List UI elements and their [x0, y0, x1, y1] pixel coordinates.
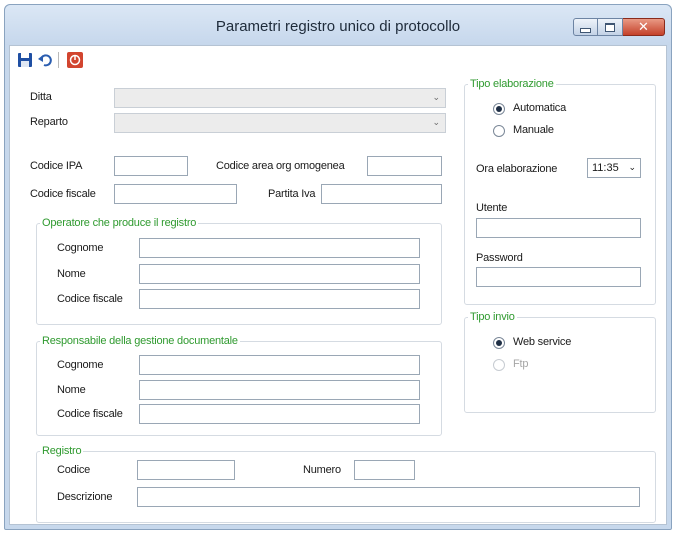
responsabile-nome-label: Nome [57, 384, 86, 396]
chevron-down-icon: ⌄ [432, 92, 440, 102]
maximize-icon [598, 19, 622, 35]
ditta-label: Ditta [30, 91, 52, 103]
operatore-cognome-input[interactable] [139, 238, 420, 258]
registro-codice-input[interactable] [137, 460, 235, 480]
ftp-radio[interactable] [493, 359, 505, 371]
codice-area-input[interactable] [367, 156, 442, 176]
automatica-label: Automatica [513, 102, 567, 114]
operatore-nome-input[interactable] [139, 264, 420, 284]
dialog-client-area: Ditta ⌄ Reparto ⌄ Codice IPA Codice area… [9, 45, 667, 525]
window-title: Parametri registro unico di protocollo [215, 18, 461, 35]
tipo-elaborazione-group-caption: Tipo elaborazione [468, 78, 556, 90]
registro-descrizione-input[interactable] [137, 487, 640, 507]
ora-elaborazione-label: Ora elaborazione [476, 163, 558, 175]
undo-arrow-icon [38, 54, 52, 67]
responsabile-cognome-label: Cognome [57, 359, 104, 371]
registro-numero-input[interactable] [354, 460, 415, 480]
operatore-nome-label: Nome [57, 268, 86, 280]
ora-elaborazione-value: 11:35 [592, 162, 619, 174]
registro-numero-label: Numero [303, 464, 341, 476]
responsabile-cognome-input[interactable] [139, 355, 420, 375]
automatica-radio[interactable] [493, 103, 505, 115]
reparto-label: Reparto [30, 116, 68, 128]
reparto-dropdown[interactable]: ⌄ [114, 113, 446, 133]
save-button[interactable] [17, 52, 33, 68]
ftp-label: Ftp [513, 358, 529, 370]
codice-fiscale-input[interactable] [114, 184, 237, 204]
partita-iva-input[interactable] [321, 184, 442, 204]
manuale-radio[interactable] [493, 125, 505, 137]
title-bar[interactable]: Parametri registro unico di protocollo ✕ [5, 5, 671, 45]
responsabile-codice-fiscale-label: Codice fiscale [57, 408, 123, 420]
web-service-radio[interactable] [493, 337, 505, 349]
password-input[interactable] [476, 267, 641, 287]
responsabile-nome-input[interactable] [139, 380, 420, 400]
password-label: Password [476, 252, 523, 264]
operatore-cognome-label: Cognome [57, 242, 104, 254]
partita-iva-label: Partita Iva [268, 188, 316, 200]
dialog-window: Parametri registro unico di protocollo ✕ [4, 4, 672, 530]
maximize-button[interactable] [598, 18, 623, 36]
minimize-icon [574, 19, 597, 35]
ora-elaborazione-picker[interactable]: 11:35 ⌄ [587, 158, 641, 178]
close-button[interactable]: ✕ [623, 18, 665, 36]
registro-codice-label: Codice [57, 464, 91, 476]
operatore-codice-fiscale-label: Codice fiscale [57, 293, 123, 305]
tipo-invio-group-caption: Tipo invio [468, 311, 517, 323]
ditta-dropdown[interactable]: ⌄ [114, 88, 446, 108]
codice-area-label: Codice area org omogenea [216, 160, 345, 172]
stop-button[interactable] [67, 52, 83, 68]
chevron-down-icon: ⌄ [628, 162, 636, 172]
chevron-down-icon: ⌄ [432, 117, 440, 127]
operatore-group-caption: Operatore che produce il registro [40, 217, 199, 229]
toolbar [10, 46, 666, 74]
manuale-label: Manuale [513, 124, 554, 136]
minimize-button[interactable] [573, 18, 598, 36]
stop-icon [67, 52, 83, 68]
responsabile-codice-fiscale-input[interactable] [139, 404, 420, 424]
codice-fiscale-label: Codice fiscale [30, 188, 96, 200]
registro-descrizione-label: Descrizione [57, 491, 113, 503]
utente-label: Utente [476, 202, 508, 214]
toolbar-separator [58, 52, 59, 68]
registro-group-caption: Registro [40, 445, 84, 457]
codice-ipa-label: Codice IPA [30, 160, 83, 172]
web-service-label: Web service [513, 336, 572, 348]
floppy-disk-icon [18, 53, 32, 67]
codice-ipa-input[interactable] [114, 156, 188, 176]
window-controls: ✕ [573, 18, 665, 36]
utente-input[interactable] [476, 218, 641, 238]
close-icon: ✕ [638, 19, 649, 35]
undo-button[interactable] [37, 52, 53, 68]
operatore-codice-fiscale-input[interactable] [139, 289, 420, 309]
responsabile-group-caption: Responsabile della gestione documentale [40, 335, 240, 347]
